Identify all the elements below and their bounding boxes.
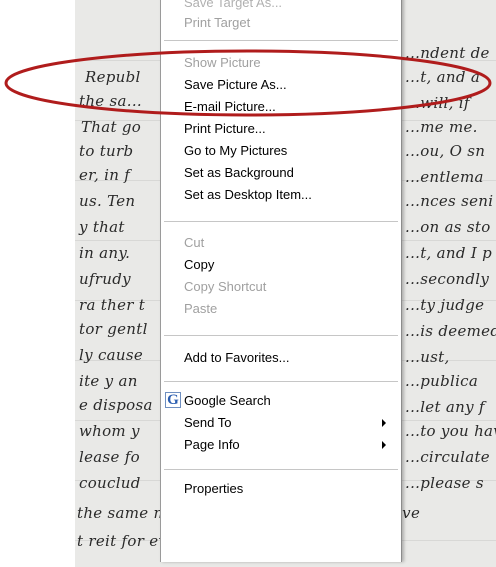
menu-item-set-as-background[interactable]: Set as Background bbox=[161, 162, 401, 184]
letter-line: That go bbox=[81, 118, 142, 136]
menu-separator bbox=[164, 221, 398, 222]
menu-item-label: Set as Desktop Item... bbox=[184, 187, 312, 202]
letter-line: lease fo bbox=[79, 448, 140, 466]
letter-line: the sa... bbox=[79, 92, 142, 110]
menu-item-label: Google Search bbox=[184, 393, 271, 408]
letter-line: ite y an bbox=[79, 372, 138, 390]
menu-item-print-target[interactable]: Print Target bbox=[161, 12, 401, 34]
menu-item-label: Copy bbox=[184, 257, 215, 272]
menu-separator bbox=[164, 381, 398, 382]
letter-line: e disposa bbox=[79, 396, 153, 414]
menu-item-label: Print Picture... bbox=[184, 121, 266, 136]
menu-separator bbox=[164, 335, 398, 336]
letter-line: ...is deemed p bbox=[405, 322, 496, 340]
letter-line: ...ust, bbox=[405, 348, 450, 366]
letter-line: ...let any f bbox=[405, 398, 485, 416]
menu-item-show-picture[interactable]: Show Picture bbox=[161, 52, 401, 74]
letter-line: y that bbox=[79, 218, 125, 236]
letter-line: ra ther t bbox=[79, 296, 146, 314]
menu-item-set-as-desktop-item[interactable]: Set as Desktop Item... bbox=[161, 184, 401, 206]
letter-line: ly cause bbox=[79, 346, 144, 364]
letter-line: ufrudy bbox=[79, 270, 131, 288]
letter-line: ...me me. bbox=[405, 118, 478, 136]
menu-item-save-picture-as[interactable]: Save Picture As... bbox=[161, 74, 401, 96]
menu-item-copy[interactable]: Copy bbox=[161, 254, 401, 276]
letter-line: to turb bbox=[79, 142, 134, 160]
menu-item-label: Add to Favorites... bbox=[184, 350, 290, 365]
letter-line: ...t, and I p bbox=[405, 244, 493, 262]
letter-line: ...publica bbox=[405, 372, 479, 390]
menu-item-google-search[interactable]: G Google Search bbox=[161, 390, 401, 412]
menu-item-label: Copy Shortcut bbox=[184, 279, 267, 294]
letter-line: ...circulate bbox=[405, 448, 490, 466]
letter-line: tor gentl bbox=[79, 320, 148, 338]
menu-item-label: Send To bbox=[184, 415, 232, 430]
letter-line: ...secondly bbox=[405, 270, 490, 288]
letter-line: ...ty judge bbox=[405, 296, 485, 314]
menu-item-cut[interactable]: Cut bbox=[161, 232, 401, 254]
menu-item-label: Set as Background bbox=[184, 165, 294, 180]
menu-item-label: Go to My Pictures bbox=[184, 143, 288, 158]
letter-line: er, in f bbox=[79, 166, 131, 184]
letter-line: ...please s bbox=[405, 474, 484, 492]
menu-item-label: Print Target bbox=[184, 15, 251, 30]
menu-item-label: Show Picture bbox=[184, 55, 261, 70]
menu-item-label: Properties bbox=[184, 481, 244, 496]
menu-item-page-info[interactable]: Page Info bbox=[161, 434, 401, 456]
letter-line: ...nces seni bbox=[405, 192, 494, 210]
letter-line: Republ bbox=[85, 68, 141, 86]
menu-item-label: E-mail Picture... bbox=[184, 99, 276, 114]
letter-line: ...ndent de bbox=[405, 44, 490, 62]
menu-separator bbox=[164, 40, 398, 41]
letter-line: ...ou, O sn bbox=[405, 142, 486, 160]
menu-item-print-picture[interactable]: Print Picture... bbox=[161, 118, 401, 140]
menu-item-label: Page Info bbox=[184, 437, 240, 452]
letter-line: in any. bbox=[79, 244, 131, 262]
letter-line: whom y bbox=[79, 422, 140, 440]
letter-line: ...to you hav bbox=[405, 422, 496, 440]
menu-item-send-to[interactable]: Send To bbox=[161, 412, 401, 434]
letter-line: us. Ten bbox=[79, 192, 136, 210]
menu-item-label: Cut bbox=[184, 235, 205, 250]
letter-line: ...entlema bbox=[405, 168, 484, 186]
google-g-icon: G bbox=[165, 392, 181, 408]
menu-item-label: Save Picture As... bbox=[184, 77, 287, 92]
context-menu: Save Target As... Print Target Show Pict… bbox=[160, 0, 402, 562]
menu-separator bbox=[164, 469, 398, 470]
menu-item-label: Paste bbox=[184, 301, 218, 316]
menu-item-email-picture[interactable]: E-mail Picture... bbox=[161, 96, 401, 118]
letter-line: ...t, and a bbox=[405, 68, 481, 86]
submenu-arrow-icon bbox=[382, 441, 386, 449]
submenu-arrow-icon bbox=[382, 419, 386, 427]
letter-line: ...will, if bbox=[405, 94, 470, 112]
menu-item-label: Save Target As... bbox=[184, 0, 283, 10]
letter-line: ...on as sto bbox=[405, 218, 491, 236]
menu-item-copy-shortcut[interactable]: Copy Shortcut bbox=[161, 276, 401, 298]
menu-item-add-to-favorites[interactable]: Add to Favorites... bbox=[161, 347, 401, 369]
menu-item-properties[interactable]: Properties bbox=[161, 478, 401, 500]
menu-item-paste[interactable]: Paste bbox=[161, 298, 401, 320]
letter-line: couclud bbox=[79, 474, 141, 492]
menu-item-go-to-my-pictures[interactable]: Go to My Pictures bbox=[161, 140, 401, 162]
